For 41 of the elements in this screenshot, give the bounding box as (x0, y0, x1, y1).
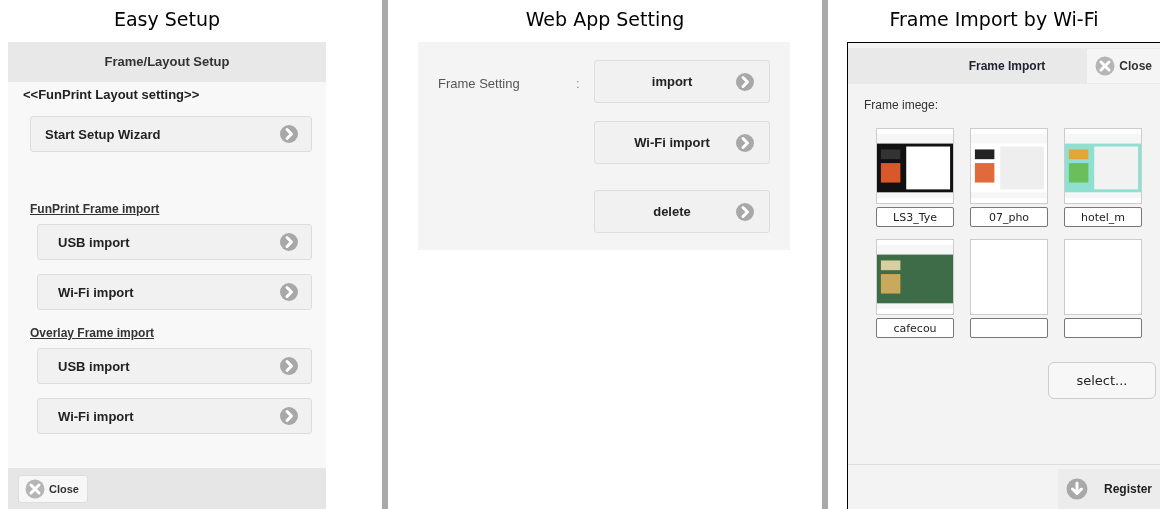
thumbnail[interactable] (970, 239, 1048, 315)
menu-button[interactable]: Wi-Fi import (37, 274, 312, 310)
menu-button[interactable]: Start Setup Wizard (30, 116, 312, 152)
menu-button[interactable]: import (594, 60, 770, 103)
menu-button[interactable]: Wi-Fi import (594, 121, 770, 164)
dialog-title: Frame Import (968, 59, 1046, 73)
menu-button[interactable]: USB import (37, 224, 312, 260)
name-field[interactable] (1064, 318, 1142, 338)
close-button[interactable]: Close (1087, 49, 1160, 83)
section-caption: Easy Setup (112, 7, 222, 32)
chevron-right-icon (279, 356, 299, 376)
field-label: Frame Setting (438, 76, 521, 91)
chevron-right-icon (279, 282, 299, 302)
name-field[interactable] (970, 318, 1048, 338)
name-field[interactable]: cafecou (876, 318, 954, 338)
section-caption: Frame Import by Wi-Fi (888, 7, 1100, 32)
close-icon (1095, 56, 1116, 76)
name-field[interactable]: hotel_m (1064, 207, 1142, 227)
close-button[interactable]: Close (18, 474, 88, 503)
chevron-right-icon (735, 71, 755, 92)
menu-button[interactable]: USB import (37, 348, 312, 384)
field-label: Frame imege: (864, 98, 940, 112)
separator-colon: : (576, 76, 580, 91)
section-heading: Overlay Frame import (30, 326, 156, 340)
register-button[interactable]: Register (1057, 469, 1160, 509)
chevron-right-icon (279, 232, 299, 252)
chevron-right-icon (279, 406, 299, 426)
close-icon (25, 478, 45, 499)
chevron-right-icon (735, 201, 755, 222)
chevron-right-icon (279, 124, 299, 144)
name-field[interactable]: 07_pho (970, 207, 1048, 227)
menu-button[interactable]: delete (594, 190, 770, 233)
section-heading: FunPrint Frame import (30, 202, 161, 216)
select-button[interactable]: select... (1048, 362, 1156, 399)
menu-button[interactable]: Wi-Fi import (37, 398, 312, 434)
thumbnail[interactable] (1064, 239, 1142, 315)
panel-subtitle: <<FunPrint Layout setting>> (23, 87, 201, 102)
chevron-right-icon (735, 132, 755, 153)
panel-header: Frame/Layout Setup (8, 42, 326, 82)
name-field[interactable]: LS3_Tye (876, 207, 954, 227)
section-caption: Web App Setting (524, 7, 686, 32)
